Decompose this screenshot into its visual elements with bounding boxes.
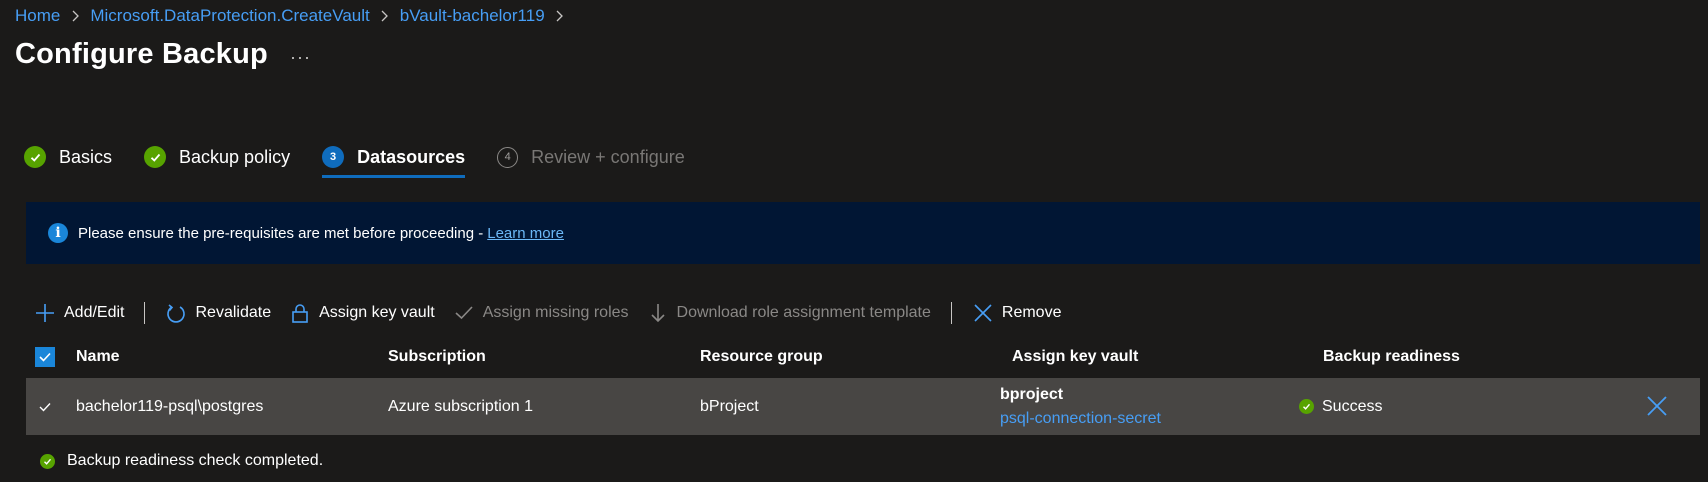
datasource-toolbar: Add/Edit Revalidate Assign key vault Ass… [34,300,1079,326]
readiness-summary: Backup readiness check completed. [40,452,323,470]
assign-missing-roles-label: Assign missing roles [482,304,629,321]
readiness-status: Success [1299,398,1599,416]
column-header-subscription[interactable]: Subscription [388,348,700,366]
chevron-right-icon [378,10,392,22]
select-all-checkbox[interactable] [35,347,55,367]
step-label: Datasources [357,146,466,167]
lock-icon [289,302,311,324]
column-header-name[interactable]: Name [76,348,388,366]
revalidate-button[interactable]: Revalidate [165,302,271,324]
readiness-summary-text: Backup readiness check completed. [67,452,324,469]
step-basics[interactable]: Basics [24,140,112,174]
info-icon: i [48,223,68,243]
readiness-text: Success [1322,397,1383,415]
assign-key-vault-label: Assign key vault [319,304,435,321]
toolbar-divider [950,302,952,324]
configure-backup-page: Home Microsoft.DataProtection.CreateVaul… [0,0,1708,482]
key-vault-name: bproject [1000,385,1064,403]
download-arrow-icon [647,302,669,324]
assign-key-vault-button[interactable]: Assign key vault [289,302,435,324]
step-review-configure[interactable]: 4 Review + configure [497,140,685,174]
add-edit-button[interactable]: Add/Edit [34,302,124,324]
download-template-button[interactable]: Download role assignment template [647,302,931,324]
more-options-button[interactable]: ··· [290,47,311,68]
page-title: Configure Backup [15,38,268,70]
row-checkbox[interactable] [35,397,55,417]
wizard-steps: Basics Backup policy 3 Datasources 4 Rev… [24,140,717,178]
table-header: Name Subscription Resource group Assign … [26,340,1700,374]
remove-label: Remove [1001,304,1062,321]
breadcrumb-create-vault[interactable]: Microsoft.DataProtection.CreateVault [90,6,369,26]
toolbar-divider [144,302,146,324]
step-number-badge: 4 [497,146,519,168]
datasource-resource-group: bProject [700,397,759,415]
info-banner: i Please ensure the pre-requisites are m… [26,202,1700,264]
secret-link[interactable]: psql-connection-secret [1000,410,1311,428]
breadcrumb-vault[interactable]: bVault-bachelor119 [400,6,545,26]
step-number-badge: 3 [322,146,345,168]
checkmark-icon [144,146,167,168]
table-row[interactable]: bachelor119-psql\postgres Azure subscrip… [26,378,1700,435]
step-label: Basics [59,146,113,167]
revalidate-label: Revalidate [195,304,272,321]
column-header-backup-readiness[interactable]: Backup readiness [1323,348,1623,366]
step-label: Review + configure [531,146,685,167]
column-header-resource-group[interactable]: Resource group [700,348,1012,366]
success-icon [40,453,55,469]
step-backup-policy[interactable]: Backup policy [144,140,290,174]
datasource-subscription: Azure subscription 1 [388,397,533,415]
checkmark-icon [453,302,475,324]
step-label: Backup policy [179,146,291,167]
chevron-right-icon [553,10,567,22]
refresh-icon [165,302,187,324]
success-icon [1299,399,1314,414]
breadcrumb-home[interactable]: Home [15,6,60,26]
checkmark-icon [24,146,46,168]
remove-row-close-icon[interactable] [1646,395,1670,419]
column-header-key-vault[interactable]: Assign key vault [1012,348,1323,366]
download-template-label: Download role assignment template [676,304,931,321]
banner-text: Please ensure the pre-requisites are met… [78,224,484,242]
add-edit-label: Add/Edit [64,304,125,321]
datasource-name: bachelor119-psql\postgres [76,397,264,415]
close-icon [972,302,994,324]
learn-more-link[interactable]: Learn more [487,225,564,242]
key-vault-cell: bproject psql-connection-secret [1000,386,1311,428]
remove-button[interactable]: Remove [972,302,1062,324]
chevron-right-icon [68,10,82,22]
step-datasources[interactable]: 3 Datasources [322,140,466,178]
assign-missing-roles-button[interactable]: Assign missing roles [453,302,629,324]
breadcrumb: Home Microsoft.DataProtection.CreateVaul… [15,6,567,26]
plus-icon [34,302,56,324]
